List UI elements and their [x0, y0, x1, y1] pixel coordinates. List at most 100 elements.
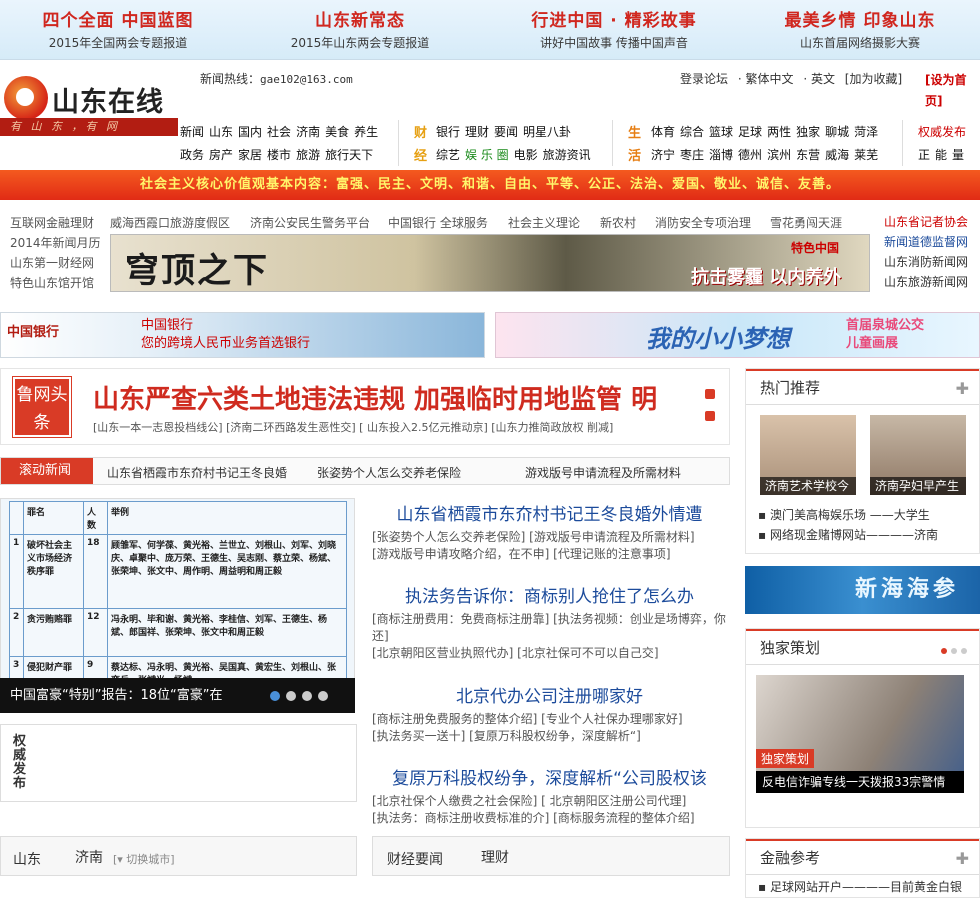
bank-of-china-ad[interactable]: 中国银行 中国银行 您的跨境人民币业务首选银行	[0, 312, 485, 358]
tab-wealth[interactable]: 理财	[481, 847, 509, 867]
finance-link[interactable]: ▪ 足球网站开户————目前黄金白银	[758, 877, 962, 897]
nav-item[interactable]: 综合	[680, 125, 704, 139]
link-item[interactable]: 山东旅游新闻网	[884, 272, 968, 292]
story-links[interactable]: [执法务买一送十] [复原万科股权纷争，深度解析“]	[372, 728, 727, 745]
nav-item[interactable]: 社会	[267, 125, 291, 139]
nav-item[interactable]: 权威发布	[918, 125, 966, 139]
nav-item[interactable]: 枣庄	[680, 148, 704, 162]
dream-ad[interactable]: 我的小小梦想 首届泉城公交 儿童画展	[495, 312, 980, 358]
link-item[interactable]: 雪花勇闯天涯	[770, 214, 842, 231]
link-item[interactable]: 新闻道德监督网	[884, 232, 968, 252]
nav-item[interactable]: 娱 乐 圈	[465, 148, 509, 162]
nav-item[interactable]: 银行	[436, 125, 460, 139]
scroll-news-item[interactable]: 游戏版号申请流程及所需材料	[525, 464, 681, 481]
slide-dot[interactable]	[270, 691, 280, 701]
story-links[interactable]: [北京朝阳区营业执照代办] [北京社保可不可以自己交]	[372, 645, 727, 662]
link-item[interactable]: 社会主义理论	[508, 214, 580, 231]
banner-item-xingjin[interactable]: 行进中国 · 精彩故事 讲好中国故事 传播中国声音	[494, 6, 734, 51]
haishen-ad[interactable]: 新海海参	[745, 566, 980, 614]
tab-finance-news[interactable]: 财经要闻	[387, 849, 443, 869]
banner-item-xinchangtai[interactable]: 山东新常态 2015年山东两会专题报道	[240, 6, 480, 51]
nav-item[interactable]: 菏泽	[854, 125, 878, 139]
nav-item[interactable]: 养生	[354, 125, 378, 139]
slide-dot[interactable]	[961, 648, 967, 654]
nav-item[interactable]: 足球	[738, 125, 762, 139]
hot-photo[interactable]: 济南艺术学校今	[760, 415, 856, 495]
link-item[interactable]: 消防安全专项治理	[655, 214, 751, 231]
nav-item[interactable]: 两性	[767, 125, 791, 139]
nav-item[interactable]: 济宁	[651, 148, 675, 162]
nav-item[interactable]: 房产	[209, 148, 233, 162]
core-values-banner[interactable]: 社会主义核心价值观基本内容：富强、民主、文明、和谐、自由、平等、公正、法治、爱国…	[0, 170, 980, 200]
hot-link[interactable]: ▪ 网络现金赌博网站————济南	[758, 525, 938, 545]
story-title[interactable]: 复原万科股权纷争，深度解析“公司股权该	[372, 764, 727, 789]
story-title[interactable]: 山东省栖霞市东夼村书记王冬良婚外情遭	[372, 500, 727, 525]
link-item[interactable]: 山东第一财经网	[10, 254, 94, 271]
nav-item[interactable]: 明星八卦	[523, 125, 571, 139]
set-homepage-link[interactable]: [设为首页]	[925, 70, 980, 112]
dome-ad-banner[interactable]: 穹顶之下 抗击雾霾 以内养外 特色中国	[110, 234, 870, 292]
banner-item-zuimei[interactable]: 最美乡情 印象山东 山东首届网络摄影大赛	[740, 6, 980, 51]
banner-item-lianghui[interactable]: 四个全面 中国蓝图 2015年全国两会专题报道	[0, 6, 238, 51]
nav-item[interactable]: 东营	[796, 148, 820, 162]
nav-item[interactable]: 综艺	[436, 148, 460, 162]
nav-item[interactable]: 能	[935, 148, 947, 162]
nav-item[interactable]: 威海	[825, 148, 849, 162]
story-links[interactable]: [游戏版号申请攻略介绍，在不申] [代理记账的注意事项]	[372, 546, 727, 563]
link-item[interactable]: 济南公安民生警务平台	[250, 214, 370, 231]
nav-item[interactable]: 旅游资讯	[543, 148, 591, 162]
link-item[interactable]: 特色山东馆开馆	[10, 274, 94, 291]
nav-item[interactable]: 体育	[651, 125, 675, 139]
story-title[interactable]: 执法务告诉你：商标别人抢住了怎么办	[372, 582, 727, 607]
more-plus-icon[interactable]: ✚	[956, 849, 969, 868]
nav-item[interactable]: 美食	[325, 125, 349, 139]
nav-item[interactable]: 山东	[209, 125, 233, 139]
story-links[interactable]: [北京社保个人缴费之社会保险] [ 北京朝阳区注册公司代理]	[372, 793, 727, 810]
link-item[interactable]: 山东省记者协会	[884, 212, 968, 232]
link-item[interactable]: 新农村	[600, 214, 636, 231]
scroll-news-item[interactable]: 山东省栖霞市东夼村书记王冬良婚	[107, 464, 287, 481]
add-favorite-link[interactable]: [加为收藏]	[845, 72, 902, 86]
link-item[interactable]: 山东消防新闻网	[884, 252, 968, 272]
slide-dot[interactable]	[951, 648, 957, 654]
nav-item[interactable]: 要闻	[494, 125, 518, 139]
nav-item[interactable]: 独家	[796, 125, 820, 139]
slide-dot[interactable]	[286, 691, 296, 701]
slide-dot[interactable]	[941, 648, 947, 654]
hotline-email[interactable]: gae102@163.com	[260, 73, 353, 86]
story-links[interactable]: [执法务：商标注册收费标准的介] [商标服务流程的整体介绍]	[372, 810, 727, 827]
nav-item[interactable]: 量	[952, 148, 964, 162]
hot-link[interactable]: ▪ 澳门美高梅娱乐场 ——大学生	[758, 505, 938, 525]
story-title[interactable]: 北京代办公司注册哪家好	[372, 682, 727, 707]
link-item[interactable]: 中国银行 全球服务	[388, 214, 488, 231]
nav-item[interactable]: 理财	[465, 125, 489, 139]
scroll-news-item[interactable]: 张姿势个人怎么交养老保险	[317, 464, 461, 481]
next-arrow-icon[interactable]	[705, 411, 715, 421]
switch-city-button[interactable]: [▾ 切换城市]	[113, 851, 175, 867]
nav-item[interactable]: 正	[918, 148, 930, 162]
story-links[interactable]: [商标注册费用：免费商标注册靠] [执法务视频：创业是场博弈，你还]	[372, 611, 727, 645]
hot-photo[interactable]: 济南孕妇早产生	[870, 415, 966, 495]
nav-item[interactable]: 德州	[738, 148, 762, 162]
nav-item[interactable]: 政务	[180, 148, 204, 162]
link-item[interactable]: 威海西霞口旅游度假区	[110, 214, 230, 231]
nav-item[interactable]: 新闻	[180, 125, 204, 139]
nav-item[interactable]: 电影	[514, 148, 538, 162]
nav-item[interactable]: 济南	[296, 125, 320, 139]
nav-item[interactable]: 旅行天下	[325, 148, 373, 162]
nav-item[interactable]: 滨州	[767, 148, 791, 162]
nav-item[interactable]: 家居	[238, 148, 262, 162]
english-link[interactable]: · 英文	[803, 72, 835, 86]
more-plus-icon[interactable]: ✚	[956, 379, 969, 398]
prev-arrow-icon[interactable]	[705, 389, 715, 399]
login-forum-link[interactable]: 登录论坛	[680, 72, 728, 86]
tab-jinan[interactable]: 济南	[75, 847, 103, 867]
slide-dot[interactable]	[318, 691, 328, 701]
story-links[interactable]: [张姿势个人怎么交养老保险] [游戏版号申请流程及所需材料]	[372, 529, 727, 546]
nav-item[interactable]: 聊城	[825, 125, 849, 139]
nav-item[interactable]: 淄博	[709, 148, 733, 162]
link-item[interactable]: 2014年新闻月历	[10, 234, 101, 251]
exclusive-caption[interactable]: 反电信诈骗专线一天拨报33宗警情	[756, 771, 964, 793]
nav-item[interactable]: 篮球	[709, 125, 733, 139]
nav-item[interactable]: 莱芜	[854, 148, 878, 162]
